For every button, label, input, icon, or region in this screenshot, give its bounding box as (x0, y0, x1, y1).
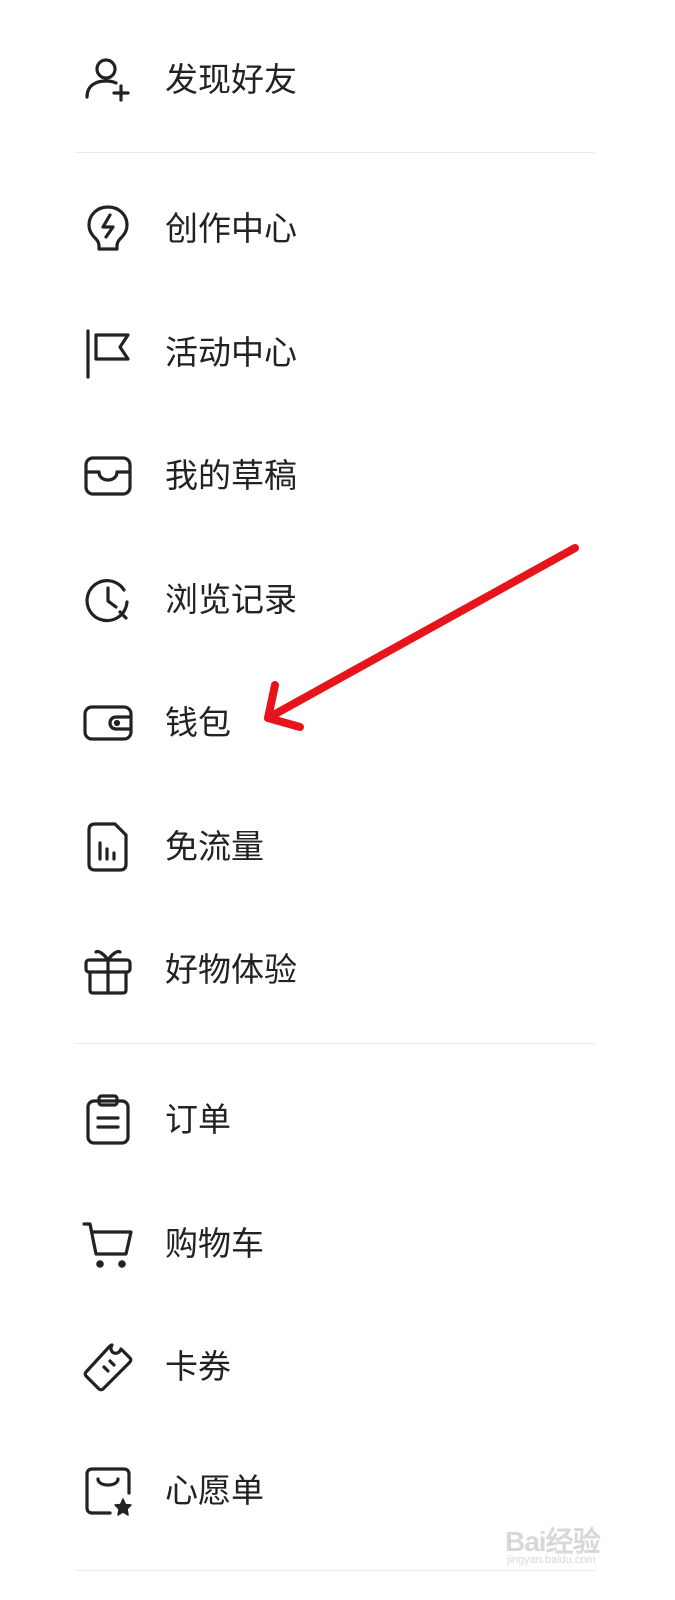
gift-icon (80, 942, 136, 998)
lightbulb-icon (80, 201, 136, 257)
menu-item-find-friends[interactable]: 发现好友 (0, 25, 675, 135)
inbox-icon (80, 448, 136, 504)
menu-item-browsing-history[interactable]: 浏览记录 (0, 545, 675, 655)
menu-item-wallet[interactable]: 钱包 (0, 668, 675, 778)
add-friend-icon (80, 52, 136, 108)
menu-item-coupons[interactable]: 卡券 (0, 1312, 675, 1422)
sim-card-icon (80, 819, 136, 875)
menu-item-event-center[interactable]: 活动中心 (0, 298, 675, 408)
divider (75, 152, 595, 153)
wallet-icon (80, 695, 136, 751)
flag-icon (80, 325, 136, 381)
history-clock-icon (80, 572, 136, 628)
menu-label: 发现好友 (165, 60, 297, 99)
watermark-site: jingyan.baidu.com (507, 1554, 596, 1566)
menu-label: 心愿单 (165, 1471, 264, 1510)
menu-item-orders[interactable]: 订单 (0, 1065, 675, 1175)
menu-label: 我的草稿 (165, 456, 297, 495)
menu-item-my-drafts[interactable]: 我的草稿 (0, 421, 675, 531)
menu-item-free-data[interactable]: 免流量 (0, 792, 675, 902)
menu-item-creator-center[interactable]: 创作中心 (0, 174, 675, 284)
menu-label: 免流量 (165, 827, 264, 866)
ticket-icon (80, 1339, 136, 1395)
clipboard-icon (80, 1092, 136, 1148)
watermark: Bai经验 jingyan.baidu.com (505, 1518, 635, 1578)
menu-label: 订单 (165, 1100, 231, 1139)
menu-label: 浏览记录 (165, 580, 297, 619)
menu-item-cart[interactable]: 购物车 (0, 1189, 675, 1299)
menu-label: 钱包 (165, 703, 231, 742)
menu-label: 购物车 (165, 1224, 264, 1263)
menu-label: 活动中心 (165, 333, 297, 372)
divider (75, 1043, 595, 1044)
cart-icon (80, 1216, 136, 1272)
wishlist-bag-icon (80, 1463, 136, 1519)
menu-label: 卡券 (165, 1347, 231, 1386)
menu-label: 创作中心 (165, 209, 297, 248)
menu-label: 好物体验 (165, 950, 297, 989)
menu-item-product-trial[interactable]: 好物体验 (0, 915, 675, 1025)
